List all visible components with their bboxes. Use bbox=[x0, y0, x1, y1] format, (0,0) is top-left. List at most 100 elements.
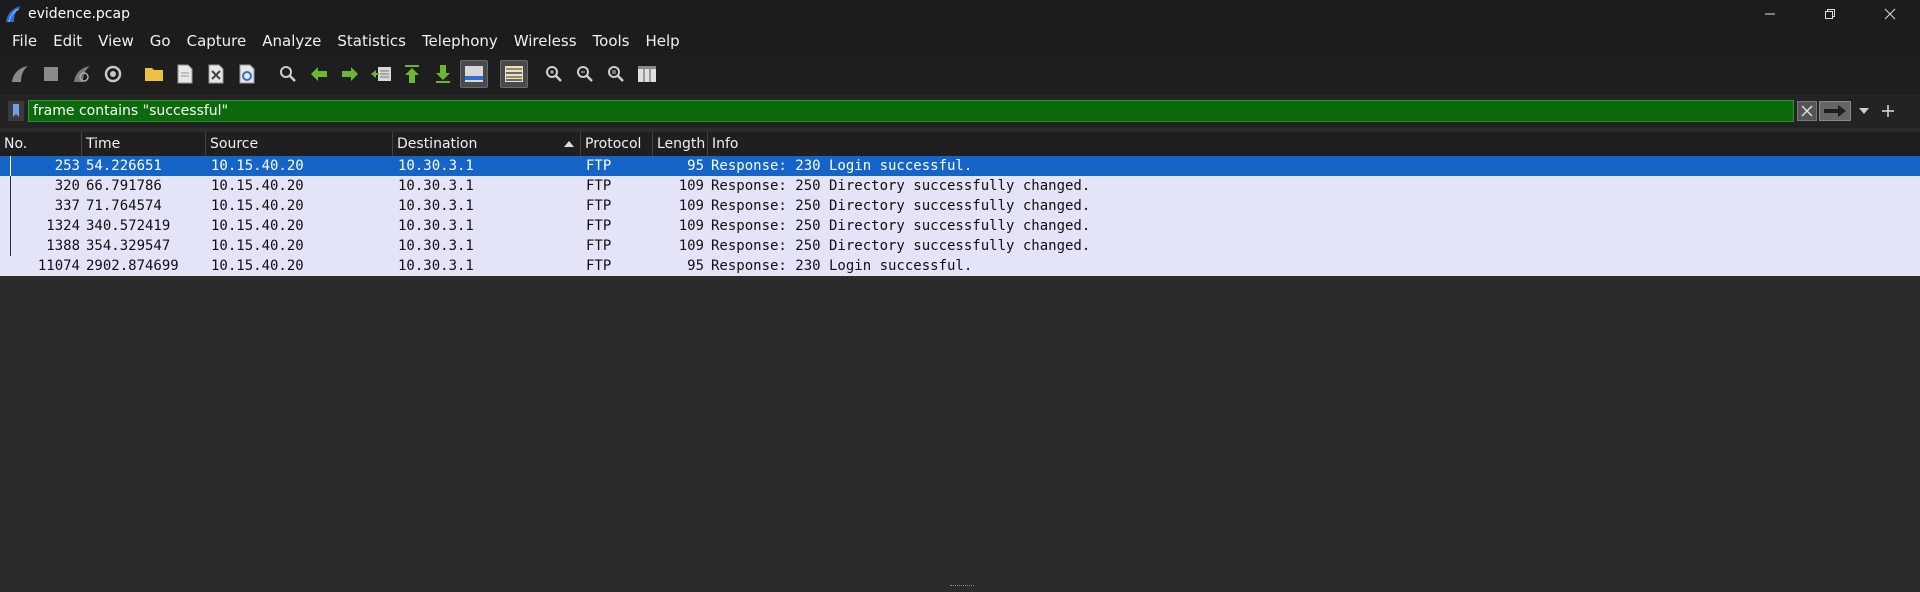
start-capture-button[interactable] bbox=[6, 60, 34, 88]
cell-no: 1324 bbox=[46, 218, 80, 234]
cell-destination: 10.30.3.1 bbox=[398, 178, 474, 194]
minimize-button[interactable] bbox=[1740, 0, 1800, 28]
folder-icon bbox=[145, 68, 163, 81]
close-window-button[interactable] bbox=[1860, 0, 1920, 28]
zoom-out-icon bbox=[577, 66, 593, 82]
table-row[interactable]: 253 54.226651 10.15.40.20 10.30.3.1 FTP … bbox=[0, 156, 1920, 176]
cell-length: 109 bbox=[678, 218, 704, 234]
column-header-no[interactable]: No. bbox=[0, 132, 82, 156]
menu-file[interactable]: File bbox=[0, 28, 45, 54]
go-to-packet-button[interactable] bbox=[367, 60, 395, 88]
menu-statistics[interactable]: Statistics bbox=[329, 28, 414, 54]
zoom-normal-button[interactable] bbox=[602, 60, 630, 88]
cell-source: 10.15.40.20 bbox=[211, 218, 304, 234]
arrow-up-icon bbox=[405, 65, 419, 83]
go-forward-button[interactable] bbox=[336, 60, 364, 88]
restart-capture-button[interactable] bbox=[68, 60, 96, 88]
shark-fin-icon bbox=[12, 66, 28, 82]
column-header-protocol[interactable]: Protocol bbox=[581, 132, 653, 156]
stop-icon bbox=[44, 67, 58, 81]
stop-capture-button[interactable] bbox=[37, 60, 65, 88]
auto-scroll-button[interactable] bbox=[460, 60, 488, 88]
cell-info: Response: 250 Directory successfully cha… bbox=[711, 178, 1091, 194]
apply-arrow-icon bbox=[1824, 105, 1846, 117]
cell-no: 11074 bbox=[37, 258, 80, 274]
open-file-button[interactable] bbox=[140, 60, 168, 88]
table-row[interactable]: 320 66.791786 10.15.40.20 10.30.3.1 FTP … bbox=[0, 176, 1920, 196]
cell-protocol: FTP bbox=[586, 258, 612, 274]
apply-filter-button[interactable] bbox=[1819, 101, 1851, 121]
column-header-info[interactable]: Info bbox=[708, 132, 1920, 156]
magnifier-icon bbox=[280, 66, 296, 82]
zoom-in-button[interactable] bbox=[540, 60, 568, 88]
capture-options-button[interactable] bbox=[99, 60, 127, 88]
cell-destination: 10.30.3.1 bbox=[398, 238, 474, 254]
cell-protocol: FTP bbox=[586, 198, 612, 214]
title-bar: evidence.pcap bbox=[0, 0, 1920, 28]
display-filter-input[interactable] bbox=[28, 100, 1794, 122]
colorize-icon bbox=[505, 66, 523, 82]
menu-help[interactable]: Help bbox=[637, 28, 687, 54]
close-file-button[interactable] bbox=[202, 60, 230, 88]
find-packet-button[interactable] bbox=[274, 60, 302, 88]
column-header-length[interactable]: Length bbox=[653, 132, 708, 156]
column-header-source[interactable]: Source bbox=[206, 132, 393, 156]
cell-destination: 10.30.3.1 bbox=[398, 158, 474, 174]
cell-info: Response: 250 Directory successfully cha… bbox=[711, 198, 1091, 214]
menu-bar: File Edit View Go Capture Analyze Statis… bbox=[0, 28, 1920, 54]
cell-destination: 10.30.3.1 bbox=[398, 198, 474, 214]
cell-source: 10.15.40.20 bbox=[211, 258, 304, 274]
column-header-destination[interactable]: Destination bbox=[393, 132, 581, 156]
menu-telephony[interactable]: Telephony bbox=[414, 28, 506, 54]
menu-analyze[interactable]: Analyze bbox=[254, 28, 329, 54]
clear-filter-button[interactable] bbox=[1797, 101, 1817, 121]
go-to-first-button[interactable] bbox=[398, 60, 426, 88]
filter-history-dropdown[interactable] bbox=[1855, 101, 1873, 121]
main-toolbar bbox=[0, 54, 1920, 95]
cell-destination: 10.30.3.1 bbox=[398, 218, 474, 234]
cell-time: 340.572419 bbox=[86, 218, 171, 234]
menu-edit[interactable]: Edit bbox=[45, 28, 90, 54]
gear-icon bbox=[104, 65, 122, 83]
reload-file-button[interactable] bbox=[233, 60, 261, 88]
table-row[interactable]: 1388 354.329547 10.15.40.20 10.30.3.1 FT… bbox=[0, 236, 1920, 256]
menu-view[interactable]: View bbox=[90, 28, 142, 54]
arrow-down-icon bbox=[436, 65, 450, 83]
menu-go[interactable]: Go bbox=[142, 28, 179, 54]
auto-scroll-icon bbox=[465, 66, 483, 82]
go-to-last-button[interactable] bbox=[429, 60, 457, 88]
bookmark-icon[interactable] bbox=[8, 101, 24, 121]
clear-icon bbox=[1801, 105, 1813, 117]
save-file-button[interactable] bbox=[171, 60, 199, 88]
display-filter-bar bbox=[0, 94, 1920, 128]
resize-columns-button[interactable] bbox=[633, 60, 661, 88]
restore-icon bbox=[1825, 9, 1835, 19]
cell-length: 95 bbox=[687, 258, 704, 274]
cell-info: Response: 250 Directory successfully cha… bbox=[711, 238, 1091, 254]
table-row[interactable]: 337 71.764574 10.15.40.20 10.30.3.1 FTP … bbox=[0, 196, 1920, 216]
cell-length: 109 bbox=[678, 178, 704, 194]
zoom-out-button[interactable] bbox=[571, 60, 599, 88]
menu-tools[interactable]: Tools bbox=[585, 28, 638, 54]
table-row[interactable]: 11074 2902.874699 10.15.40.20 10.30.3.1 … bbox=[0, 256, 1920, 276]
cell-source: 10.15.40.20 bbox=[211, 238, 304, 254]
colorize-button[interactable] bbox=[500, 60, 528, 88]
cell-time: 54.226651 bbox=[86, 158, 162, 174]
table-row[interactable]: 1324 340.572419 10.15.40.20 10.30.3.1 FT… bbox=[0, 216, 1920, 236]
column-header-time[interactable]: Time bbox=[82, 132, 206, 156]
menu-wireless[interactable]: Wireless bbox=[506, 28, 585, 54]
pane-splitter-handle[interactable] bbox=[950, 585, 974, 590]
arrow-left-icon bbox=[311, 67, 327, 81]
restore-button[interactable] bbox=[1800, 0, 1860, 28]
cell-info: Response: 230 Login successful. bbox=[711, 158, 973, 174]
add-filter-button[interactable] bbox=[1878, 101, 1898, 121]
cell-length: 109 bbox=[678, 238, 704, 254]
cell-source: 10.15.40.20 bbox=[211, 198, 304, 214]
plus-icon bbox=[1882, 105, 1894, 117]
cell-no: 320 bbox=[54, 178, 80, 194]
menu-capture[interactable]: Capture bbox=[179, 28, 255, 54]
go-back-button[interactable] bbox=[305, 60, 333, 88]
packet-list: No. Time Source Destination Protocol Len… bbox=[0, 132, 1920, 587]
cell-protocol: FTP bbox=[586, 158, 612, 174]
reload-icon bbox=[239, 64, 255, 84]
